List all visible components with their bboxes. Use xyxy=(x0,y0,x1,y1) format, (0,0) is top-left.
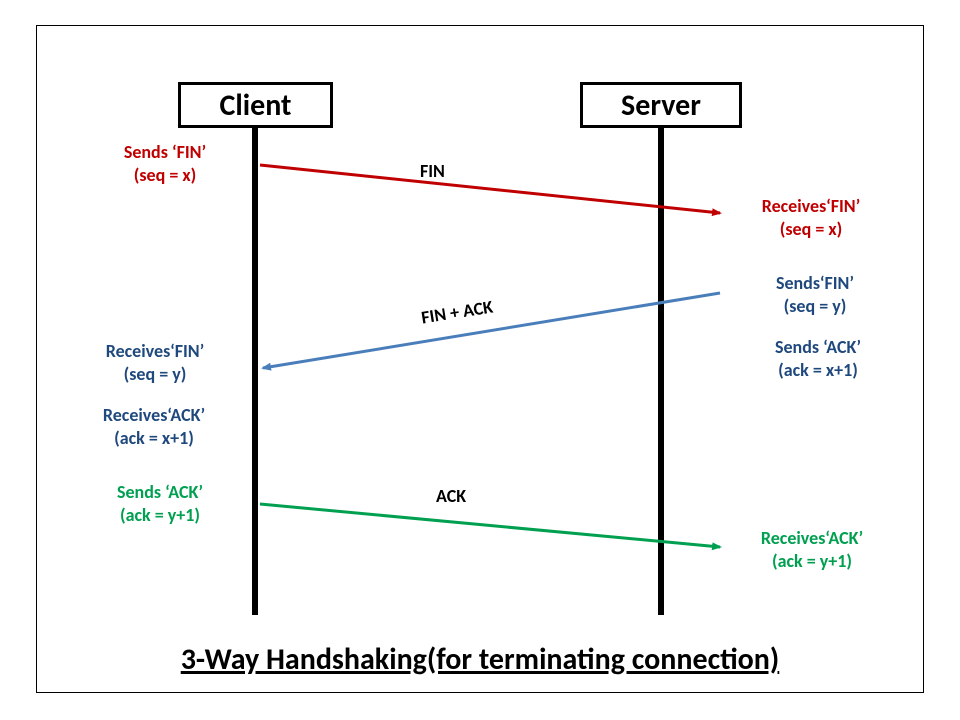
server-step2b: Sends ‘ACK’ (ack = x+1) xyxy=(738,336,898,381)
server-lifeline xyxy=(658,128,664,615)
server-step2a-line2: (seq = y) xyxy=(784,295,847,317)
client-step1: Sends ‘FIN’ (seq = x) xyxy=(90,141,240,186)
client-lifeline xyxy=(252,128,258,615)
client-header: Client xyxy=(178,82,333,128)
client-step3-line1: Sends ‘ACK’ xyxy=(117,481,203,503)
client-step2b-line2: (ack = x+1) xyxy=(114,427,194,449)
server-step1: Receives‘FIN’ (seq = x) xyxy=(731,195,891,240)
msg-label-ack: ACK xyxy=(436,485,466,507)
client-step2b-line1: Receives‘ACK’ xyxy=(103,404,205,426)
msg-label-fin: FIN xyxy=(420,160,445,182)
server-step2b-line2: (ack = x+1) xyxy=(778,359,858,381)
client-step2a-line1: Receives‘FIN’ xyxy=(106,340,205,362)
server-step3-line2: (ack = y+1) xyxy=(772,550,852,572)
server-step3: Receives‘ACK’ (ack = y+1) xyxy=(727,527,897,572)
server-step2b-line1: Sends ‘ACK’ xyxy=(775,336,861,358)
client-step2a-line2: (seq = y) xyxy=(124,363,187,385)
diagram-canvas: Client Server FIN FIN + ACK ACK Sends ‘F… xyxy=(0,0,960,720)
diagram-caption: 3-Way Handshaking(for terminating connec… xyxy=(0,641,960,678)
client-step1-line1: Sends ‘FIN’ xyxy=(124,141,206,163)
server-step1-line2: (seq = x) xyxy=(780,218,843,240)
server-header: Server xyxy=(580,82,742,128)
client-step2b: Receives‘ACK’ (ack = x+1) xyxy=(69,404,239,449)
server-step3-line1: Receives‘ACK’ xyxy=(761,527,863,549)
client-step2a: Receives‘FIN’ (seq = y) xyxy=(75,340,235,385)
server-step2a: Sends‘FIN’ (seq = y) xyxy=(740,272,890,317)
client-step3-line2: (ack = y+1) xyxy=(120,504,200,526)
client-step3: Sends ‘ACK’ (ack = y+1) xyxy=(85,481,235,526)
server-step2a-line1: Sends‘FIN’ xyxy=(776,272,854,294)
client-step1-line2: (seq = x) xyxy=(134,164,197,186)
server-step1-line1: Receives‘FIN’ xyxy=(762,195,861,217)
